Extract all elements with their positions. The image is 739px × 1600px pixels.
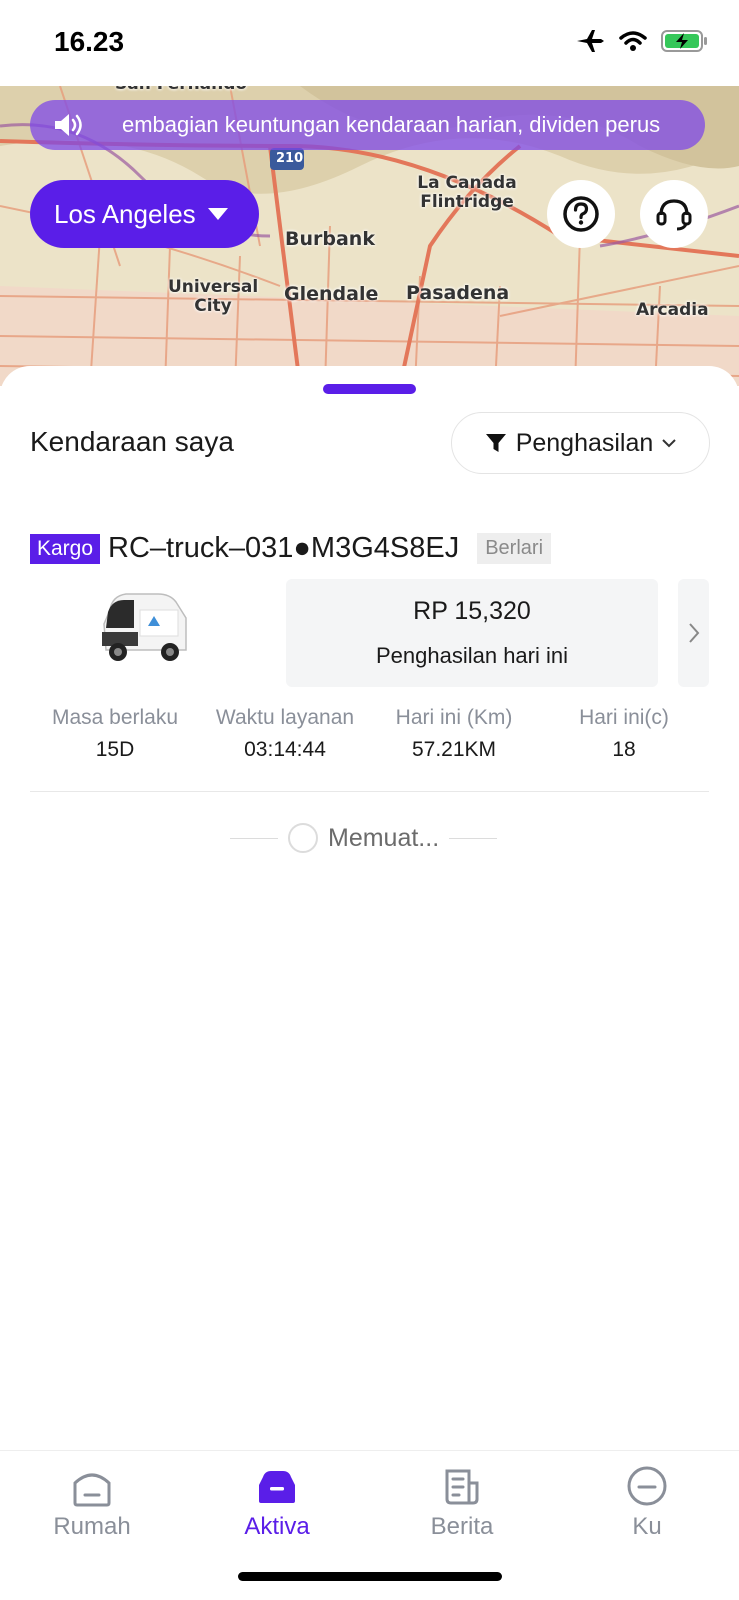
vehicle-status-badge: Berlari [477,533,552,564]
map-label-la-canada: La Canada Flintridge [417,173,517,212]
map-label-san-fernando: San Fernando [115,86,247,94]
earnings-label: Penghasilan hari ini [375,643,569,668]
tab-assets[interactable]: Aktiva [207,1463,347,1541]
vehicle-name: RC–truck–031●M3G4S8EJ [108,532,460,564]
loading-text: Memuat... [328,823,440,852]
stat-label: Hari ini (Km) [395,706,513,729]
home-indicator [238,1572,502,1581]
filter-icon [485,434,506,452]
section-title: Kendaraan saya [30,426,234,457]
vehicle-stats: Masa berlaku 15D Waktu layanan 03:14:44 … [30,706,709,766]
tab-news[interactable]: Berita [392,1463,532,1541]
chevron-right-icon [688,623,699,643]
vehicle-image[interactable] [96,588,192,668]
car-icon [259,1471,295,1503]
tab-home[interactable]: Rumah [22,1463,162,1541]
loading-line-left [230,837,278,839]
vehicle-sheet: Kendaraan saya Penghasilan Kargo RC–truc… [0,366,739,1450]
headset-icon [656,199,692,231]
status-bar: 16.23 [0,0,739,86]
stat-value: 18 [612,738,636,761]
stat-distance: Hari ini (Km) 57.21KM [369,706,539,762]
stat-validity: Masa berlaku 15D [30,706,200,762]
status-icons [575,28,709,54]
tab-label: Rumah [53,1513,131,1540]
filter-label: Penghasilan [515,428,654,457]
next-vehicle-button[interactable] [678,579,709,687]
sheet-drag-handle[interactable] [323,384,416,394]
caret-down-icon [207,208,228,220]
loading-indicator: Memuat... [230,818,510,858]
stat-value: 15D [95,738,135,761]
tab-label: Ku [632,1513,662,1540]
news-icon [445,1469,479,1505]
battery-charging-icon [661,30,707,52]
tab-label: Berita [430,1513,494,1540]
city-selector-button[interactable]: Los Angeles [30,180,259,248]
earnings-value: RP 15,320 [413,597,531,625]
map-label-burbank: Burbank [285,228,375,250]
airplane-icon [577,30,604,52]
vehicle-type-tag: Kargo [30,533,101,564]
spinner-icon [288,823,318,853]
status-time: 16.23 [54,26,125,57]
ticker-text: embagian keuntungan kendaraan harian, di… [122,112,661,137]
stat-label: Masa berlaku [51,706,179,729]
earnings-card[interactable]: RP 15,320 Penghasilan hari ini [286,579,658,687]
stat-value: 57.21KM [411,738,497,761]
tab-label: Aktiva [244,1513,310,1540]
speaker-icon [55,114,82,136]
question-circle-icon [563,196,599,232]
vehicle-header: Kargo RC–truck–031●M3G4S8EJ Berlari [30,532,552,565]
map-label-arcadia: Arcadia [636,300,709,320]
loading-line-right [449,837,498,839]
map-label-universal-city: Universal City [168,277,259,316]
divider [30,791,709,792]
filter-button[interactable]: Penghasilan [451,412,710,474]
announcement-ticker[interactable]: embagian keuntungan kendaraan harian, di… [30,100,705,150]
stat-label: Hari ini(c) [579,706,669,729]
profile-icon [627,1466,667,1506]
customer-service-button[interactable] [640,180,708,248]
chevron-down-icon [662,439,677,448]
stat-label: Waktu layanan [215,706,355,729]
map-label-glendale: Glendale [284,283,379,305]
map-label-highway-shield: 210 [276,151,304,166]
stat-service-time: Waktu layanan 03:14:44 [200,706,370,762]
stat-count: Hari ini(c) 18 [539,706,709,762]
city-selector-label: Los Angeles [54,198,196,229]
home-icon [73,1473,111,1507]
stat-value: 03:14:44 [244,738,326,761]
tab-profile[interactable]: Ku [577,1463,717,1541]
help-button[interactable] [547,180,615,248]
map-label-pasadena: Pasadena [406,282,510,304]
wifi-icon [619,31,647,51]
